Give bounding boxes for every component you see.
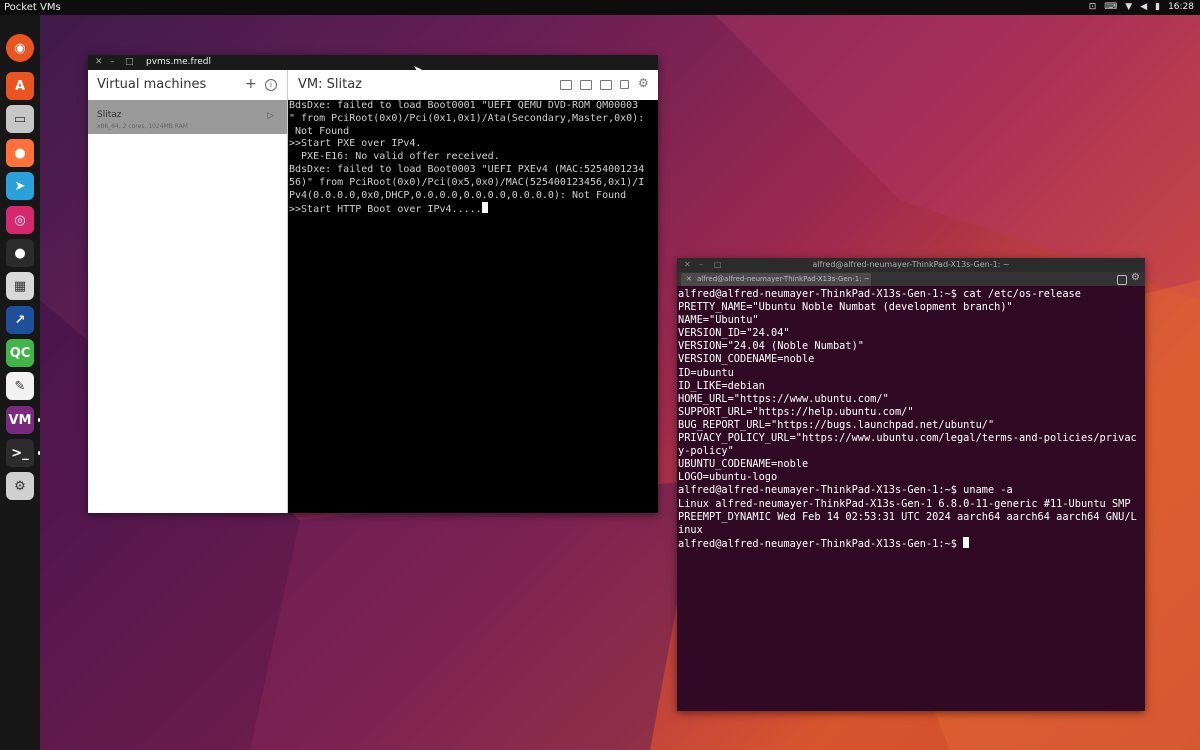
settings-icon[interactable]: ⚙: [638, 76, 649, 90]
terminal-line: PREEMPT_DYNAMIC Wed Feb 14 02:53:31 UTC …: [678, 510, 1137, 523]
mouse-cursor-icon: ➤: [413, 63, 423, 76]
terminal-line: Linux alfred-neumayer-ThinkPad-X13s-Gen-…: [678, 497, 1131, 510]
vm-sidebar: Virtual machines + i Slitaz x86_64, 2 co…: [88, 70, 288, 513]
text-cursor: [481, 202, 488, 214]
sidebar-title: Virtual machines: [97, 77, 207, 92]
terminal-titlebar[interactable]: alfred@alfred-neumayer-ThinkPad-X13s-Gen…: [677, 258, 1145, 272]
running-indicator: [38, 451, 40, 455]
qc-icon[interactable]: QC: [6, 339, 34, 367]
terminal-line: alfred@alfred-neumayer-ThinkPad-X13s-Gen…: [678, 288, 1081, 300]
keyboard-icon[interactable]: [560, 80, 572, 90]
instagram-icon[interactable]: ◎: [6, 206, 34, 234]
vm-title: VM: Slitaz: [298, 77, 362, 92]
remote-desktop-icon[interactable]: ↗: [6, 306, 34, 334]
pocket-vms-window: ✕ – □ pvms.me.fredl Virtual machines + i…: [88, 55, 658, 513]
terminal-line: ID=ubuntu: [678, 366, 734, 379]
terminal-tab[interactable]: ✕ alfred@alfred-neumayer-ThinkPad-X13s-G…: [681, 273, 871, 286]
vm-description: x86_64, 2 cores, 1024MB RAM: [97, 123, 188, 130]
screen-record-icon[interactable]: ⊡: [1089, 0, 1097, 15]
minimize-icon[interactable]: –: [110, 55, 115, 70]
terminal-line: VERSION_ID="24.04": [678, 327, 790, 340]
volume-icon[interactable]: ◀: [1140, 0, 1147, 15]
ubuntu-logo-icon[interactable]: ◉: [6, 34, 34, 62]
top-bar: Pocket VMs ⊡ ⌨ ▼ ◀ ▮ 16:28: [0, 0, 1200, 15]
terminal-line: NAME="Ubuntu": [678, 314, 759, 327]
terminal-title: alfred@alfred-neumayer-ThinkPad-X13s-Gen…: [812, 260, 1010, 269]
console-line: PXE-E16: No valid offer received.: [289, 151, 500, 163]
terminal-line: BUG_REPORT_URL="https://bugs.launchpad.n…: [678, 418, 995, 431]
maximize-icon[interactable]: □: [714, 258, 722, 272]
tab-close-icon[interactable]: ✕: [686, 273, 692, 286]
vm-icon[interactable]: VM: [6, 406, 34, 434]
vm-console[interactable]: BdsDxe: failed to load Boot0001 "UEFI QE…: [288, 100, 658, 513]
console-line: >>Start PXE over IPv4.: [289, 138, 422, 150]
terminal-line: alfred@alfred-neumayer-ThinkPad-X13s-Gen…: [677, 536, 1145, 551]
file-manager-icon[interactable]: ▭: [6, 105, 34, 133]
terminal-line: UBUNTU_CODENAME=noble: [678, 458, 809, 471]
text-editor-icon[interactable]: ✎: [6, 372, 34, 400]
telegram-icon[interactable]: ➤: [6, 172, 34, 200]
wifi-icon[interactable]: ▼: [1125, 0, 1132, 15]
play-icon[interactable]: ▷: [267, 111, 274, 121]
display-icon[interactable]: [600, 80, 612, 90]
terminal-line: alfred@alfred-neumayer-ThinkPad-X13s-Gen…: [678, 484, 1013, 497]
terminal-line: ID_LIKE=debian: [678, 379, 765, 392]
console-line: 56)" from PciRoot(0x0)/Pci(0x5,0x0)/MAC(…: [289, 176, 645, 188]
vm-window-titlebar[interactable]: ✕ – □ pvms.me.fredl: [88, 55, 658, 70]
close-icon[interactable]: ✕: [684, 258, 691, 272]
new-tab-icon[interactable]: [1117, 275, 1127, 285]
minimize-icon[interactable]: –: [699, 258, 703, 272]
calculator-icon[interactable]: ▦: [6, 272, 34, 300]
console-line: Not Found: [289, 125, 350, 137]
battery-icon[interactable]: ▮: [1155, 0, 1160, 15]
terminal-line: inux: [678, 523, 703, 536]
terminal-line: PRIVACY_POLICY_URL="https://www.ubuntu.c…: [678, 432, 1137, 445]
traffic-light-icon[interactable]: ●: [6, 239, 34, 267]
running-indicator: [38, 418, 40, 422]
terminal-line: VERSION_CODENAME=noble: [678, 353, 815, 366]
terminal-line: SUPPORT_URL="https://help.ubuntu.com/": [678, 405, 914, 418]
clock[interactable]: 16:28: [1168, 0, 1194, 15]
console-line: Pv4(0.0.0.0,0x0,DHCP,0.0.0.0,0.0.0.0,0.0…: [289, 189, 627, 201]
dock: ◉ A ▭ ● ➤ ◎ ● ▦ ↗ QC ✎ VM >_ ⚙: [0, 15, 40, 750]
vm-name: Slitaz: [97, 110, 122, 120]
system-tray[interactable]: ⊡ ⌨ ▼ ◀ ▮ 16:28: [1089, 0, 1194, 15]
copy-icon[interactable]: [580, 80, 592, 90]
terminal-line: PRETTY_NAME="Ubuntu Noble Numbat (develo…: [678, 301, 1013, 314]
tab-label: alfred@alfred-neumayer-ThinkPad-X13s-Gen…: [697, 275, 870, 283]
app-center-icon[interactable]: A: [6, 72, 34, 100]
info-icon[interactable]: i: [265, 79, 277, 91]
settings-icon[interactable]: ⚙: [6, 472, 34, 500]
window-title: pvms.me.fredl: [146, 57, 211, 67]
terminal-icon[interactable]: >_: [6, 439, 34, 467]
text-cursor: [963, 536, 970, 548]
stop-icon[interactable]: [620, 80, 629, 89]
vm-main-header: VM: Slitaz ⚙: [288, 70, 658, 101]
maximize-icon[interactable]: □: [125, 55, 134, 70]
terminal-line: HOME_URL="https://www.ubuntu.com/": [678, 392, 889, 405]
add-vm-button[interactable]: +: [245, 76, 257, 92]
active-app-name[interactable]: Pocket VMs: [4, 0, 61, 15]
terminal-window: alfred@alfred-neumayer-ThinkPad-X13s-Gen…: [677, 258, 1145, 711]
terminal-settings-icon[interactable]: ⚙: [1131, 272, 1140, 283]
terminal-tabbar: ✕ alfred@alfred-neumayer-ThinkPad-X13s-G…: [677, 272, 1145, 286]
console-line: BdsDxe: failed to load Boot0001 "UEFI QE…: [289, 100, 639, 111]
terminal-output[interactable]: alfred@alfred-neumayer-ThinkPad-X13s-Gen…: [677, 288, 1145, 708]
console-line: " from PciRoot(0x0)/Pci(0x1,0x1)/Ata(Sec…: [289, 112, 645, 124]
vm-list-item[interactable]: Slitaz x86_64, 2 cores, 1024MB RAM ▷: [88, 100, 287, 134]
console-line: BdsDxe: failed to load Boot0003 "UEFI PX…: [289, 163, 645, 175]
console-line: >>Start HTTP Boot over IPv4.....: [288, 202, 658, 217]
terminal-line: VERSION="24.04 (Noble Numbat)": [678, 340, 864, 353]
keyboard-icon[interactable]: ⌨: [1104, 0, 1117, 15]
firefox-icon[interactable]: ●: [6, 139, 34, 167]
terminal-line: y-policy": [678, 445, 734, 458]
sidebar-header: Virtual machines + i: [88, 70, 287, 101]
close-icon[interactable]: ✕: [95, 55, 103, 70]
terminal-line: LOGO=ubuntu-logo: [678, 471, 778, 484]
